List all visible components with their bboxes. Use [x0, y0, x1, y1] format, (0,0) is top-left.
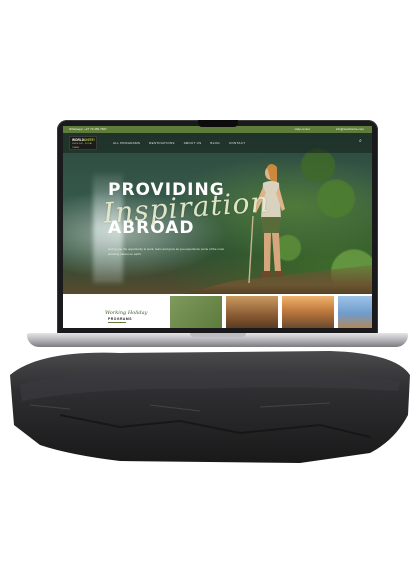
programs-underline	[108, 322, 126, 323]
topbar-help[interactable]: Help center	[295, 126, 310, 133]
laptop-screen: Whatsapp: +27 79 482 7607 Help center in…	[63, 126, 372, 328]
hero-description: Giving you the opportunity to work, lear…	[108, 247, 224, 256]
hiker-image	[248, 164, 285, 284]
nav-menu: ALL PROGRAMS DESTINATIONS ABOUT US BLOG …	[113, 133, 245, 153]
topbar-email[interactable]: info@worldunite.com	[336, 126, 364, 133]
program-thumbnail-people[interactable]	[338, 296, 372, 328]
nav-item-destinations[interactable]: DESTINATIONS	[149, 141, 175, 145]
laptop-lid: Whatsapp: +27 79 482 7607 Help center in…	[57, 120, 378, 334]
programs-card-subtitle[interactable]: PROGRAMS	[108, 317, 132, 321]
laptop-open-groove	[189, 333, 246, 337]
topbar-phone[interactable]: Whatsapp: +27 79 482 7607	[69, 126, 107, 133]
nav-item-about-us[interactable]: ABOUT US	[184, 141, 202, 145]
search-icon[interactable]: ⌕	[359, 139, 364, 144]
programs-section: Working Holiday PROGRAMS	[63, 294, 372, 328]
nav-item-all-programs[interactable]: ALL PROGRAMS	[113, 141, 140, 145]
rock-pedestal	[10, 351, 410, 463]
hero-section: WORLDUNITE! SINCE 2007 · SOCIAL TRAVEL A…	[63, 133, 372, 301]
logo-tagline: SINCE 2007 · SOCIAL TRAVEL	[72, 143, 93, 149]
programs-card-title[interactable]: Working Holiday	[105, 310, 147, 316]
camera-notch	[197, 120, 238, 127]
nav-item-blog[interactable]: BLOG	[210, 141, 220, 145]
program-thumbnail-sunset[interactable]	[282, 296, 334, 328]
program-thumbnail-temple[interactable]	[226, 296, 278, 328]
main-navigation: WORLDUNITE! SINCE 2007 · SOCIAL TRAVEL A…	[63, 133, 372, 153]
nav-item-contact[interactable]: CONTACT	[229, 141, 245, 145]
top-contact-bar: Whatsapp: +27 79 482 7607 Help center in…	[63, 126, 372, 133]
site-logo[interactable]: WORLDUNITE! SINCE 2007 · SOCIAL TRAVEL	[69, 136, 97, 150]
program-thumbnail-green[interactable]	[170, 296, 222, 328]
